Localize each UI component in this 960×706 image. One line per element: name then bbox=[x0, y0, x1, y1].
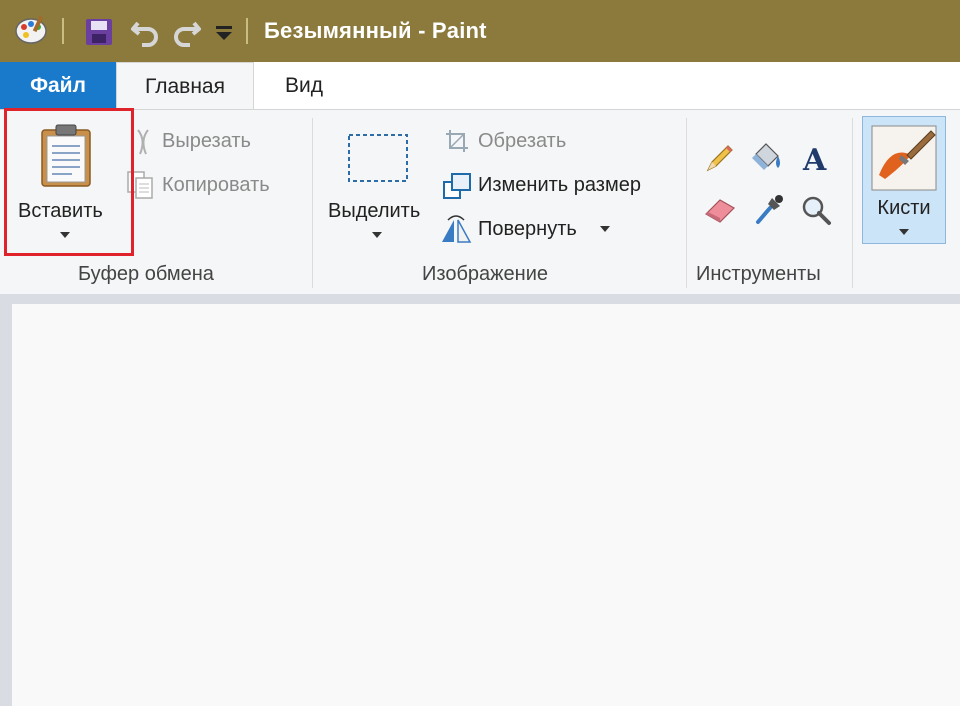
select-icon bbox=[348, 134, 408, 182]
ribbon-tabs: Файл Главная Вид bbox=[0, 62, 960, 111]
paste-highlight-frame bbox=[4, 108, 134, 256]
separator bbox=[852, 118, 853, 288]
tab-file[interactable]: Файл bbox=[0, 62, 116, 110]
separator bbox=[312, 118, 313, 288]
cut-button[interactable]: Вырезать bbox=[162, 130, 251, 153]
crop-button[interactable]: Обрезать bbox=[478, 130, 566, 153]
separator bbox=[62, 18, 64, 44]
separator bbox=[686, 118, 687, 288]
redo-icon[interactable] bbox=[172, 17, 202, 47]
tools-group-label: Инструменты bbox=[696, 263, 821, 285]
scissors-icon bbox=[137, 129, 149, 155]
resize-icon bbox=[443, 173, 471, 199]
paint-app-icon[interactable] bbox=[14, 14, 48, 46]
color-picker-icon[interactable] bbox=[754, 192, 786, 226]
image-group-label: Изображение bbox=[422, 263, 548, 285]
svg-text:A: A bbox=[802, 143, 827, 174]
undo-icon[interactable] bbox=[130, 17, 160, 47]
text-icon[interactable]: A bbox=[800, 142, 832, 174]
resize-button[interactable]: Изменить размер bbox=[478, 174, 641, 197]
fill-bucket-icon[interactable] bbox=[750, 140, 784, 174]
save-icon[interactable] bbox=[84, 17, 114, 47]
drawing-canvas[interactable] bbox=[12, 304, 960, 706]
copy-button[interactable]: Копировать bbox=[162, 174, 270, 197]
tab-view[interactable]: Вид bbox=[256, 62, 352, 110]
rotate-dropdown-icon[interactable] bbox=[600, 226, 610, 232]
tab-home[interactable]: Главная bbox=[116, 62, 254, 111]
clipboard-group-label: Буфер обмена bbox=[78, 263, 214, 285]
brushes-label: Кисти bbox=[877, 197, 931, 219]
brushes-button[interactable]: Кисти bbox=[862, 116, 946, 244]
separator bbox=[246, 18, 248, 44]
rotate-button[interactable]: Повернуть bbox=[478, 218, 577, 241]
select-dropdown-icon[interactable] bbox=[372, 232, 382, 238]
crop-icon bbox=[446, 130, 468, 152]
brush-icon bbox=[871, 125, 937, 191]
rotate-icon bbox=[442, 215, 472, 243]
pencil-icon[interactable] bbox=[704, 142, 736, 174]
select-button[interactable]: Выделить bbox=[328, 200, 420, 223]
brushes-dropdown-icon[interactable] bbox=[899, 229, 909, 235]
eraser-icon[interactable] bbox=[704, 194, 738, 224]
magnifier-icon[interactable] bbox=[800, 194, 832, 226]
window-title: Безымянный - Paint bbox=[264, 18, 487, 43]
title-bar: Безымянный - Paint bbox=[0, 0, 960, 62]
customize-dropdown-icon[interactable] bbox=[214, 24, 234, 42]
ribbon: Вставить Вырезать Копировать Буфер обмен… bbox=[0, 109, 960, 294]
